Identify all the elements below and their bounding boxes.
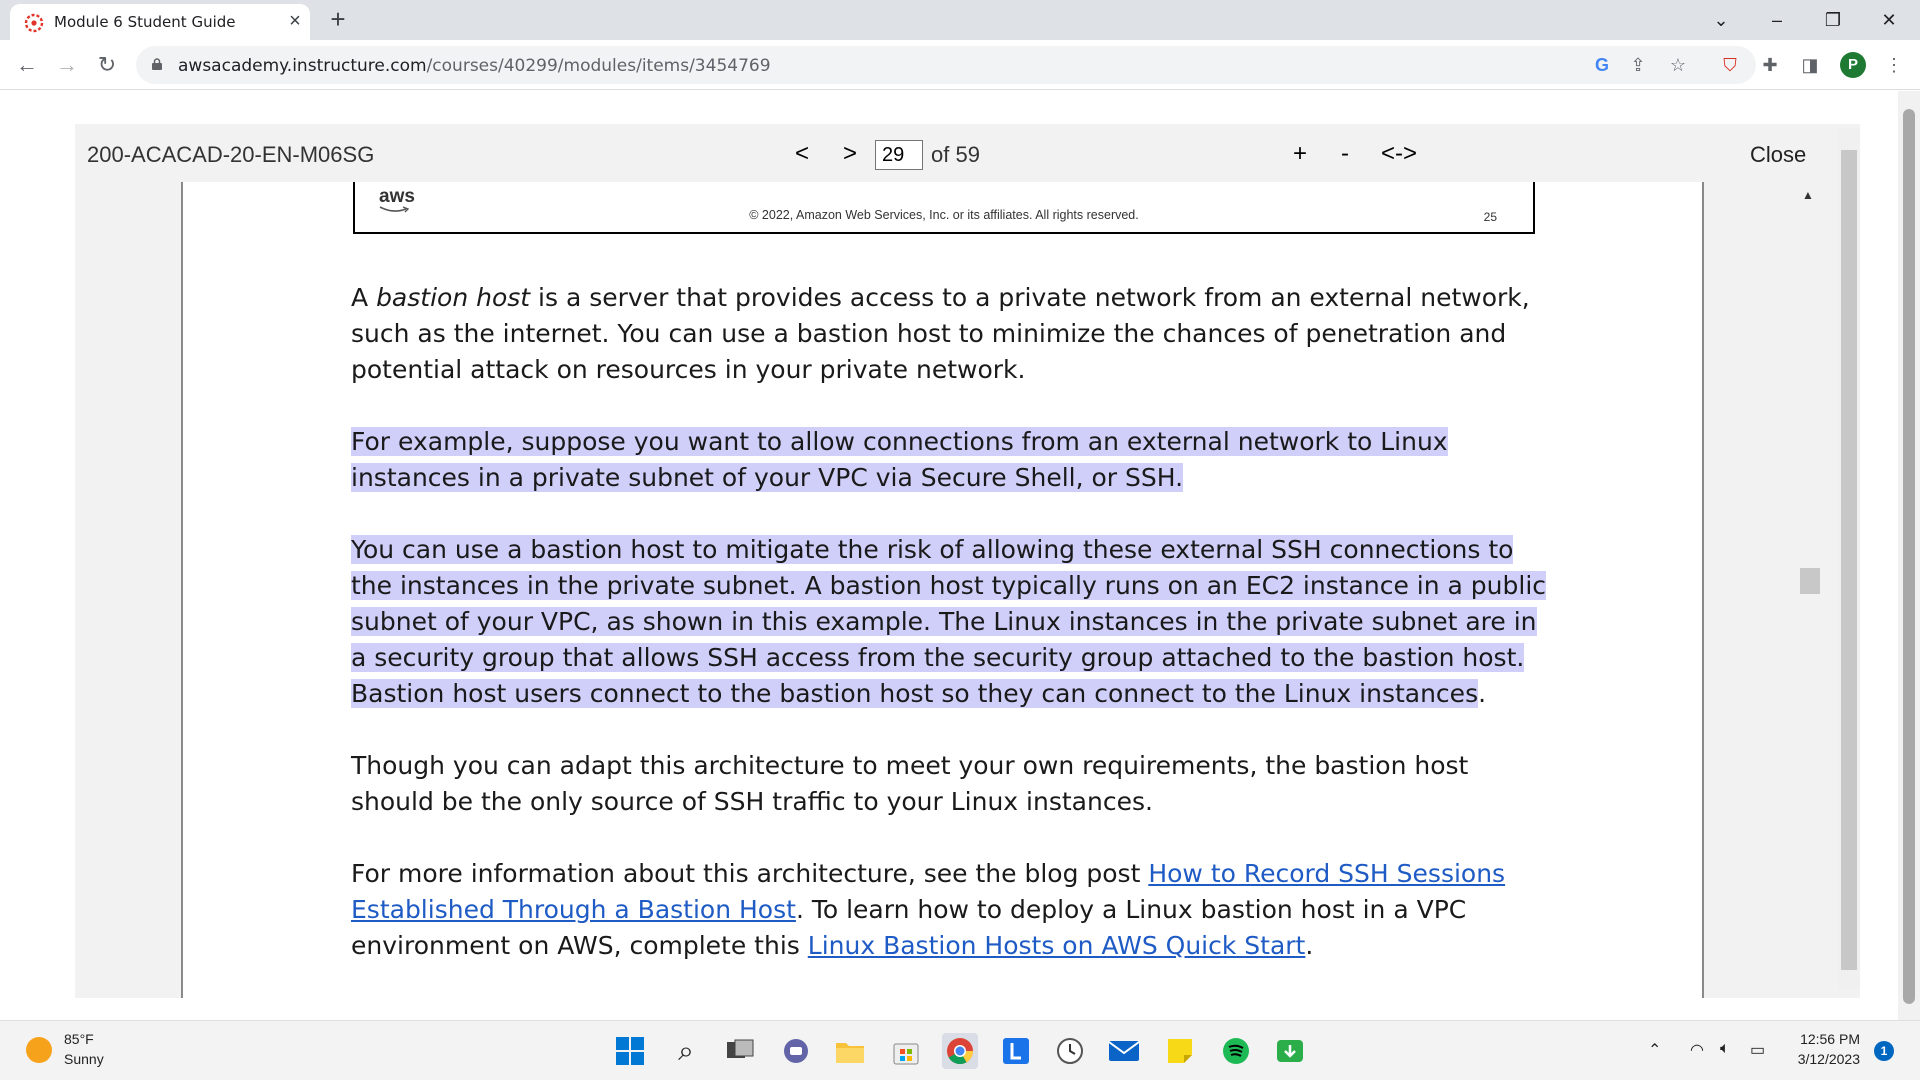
notes-paragraph: A bastion host is a server that provides… — [351, 280, 1551, 388]
browser-tab[interactable]: Module 6 Student Guide × — [10, 4, 310, 40]
tab-close-icon[interactable]: × — [284, 10, 306, 32]
file-explorer-icon[interactable] — [832, 1033, 868, 1069]
address-bar[interactable]: awsacademy.instructure.com/courses/40299… — [136, 46, 1756, 84]
back-icon[interactable]: ← — [12, 50, 42, 80]
highlighted-text: For example, suppose you want to allow c… — [351, 427, 1448, 492]
battery-icon[interactable]: ▭ — [1750, 1040, 1765, 1060]
canvas-logo-icon — [24, 13, 44, 33]
mail-icon[interactable] — [1106, 1033, 1142, 1069]
tab-title: Module 6 Student Guide — [54, 13, 236, 31]
google-translate-icon[interactable]: G — [1588, 50, 1616, 80]
extension-shield-icon[interactable]: ⛉ — [1716, 50, 1744, 80]
fit-width-button[interactable]: <-> — [1381, 140, 1417, 168]
show-hidden-icons-icon[interactable]: ⌃ — [1648, 1040, 1661, 1060]
notes-text: . — [1478, 679, 1487, 708]
task-view-icon[interactable] — [722, 1033, 758, 1069]
viewer-scroll-thumb[interactable] — [1841, 150, 1857, 970]
speaker-notes: A bastion host is a server that provides… — [351, 280, 1551, 1000]
url-host: awsacademy.instructure.com — [178, 56, 427, 76]
inner-scrollbar[interactable]: ▲ — [1790, 184, 1834, 996]
browser-menu-icon[interactable]: ⋮ — [1880, 50, 1908, 80]
spotify-icon[interactable] — [1218, 1033, 1254, 1069]
notes-paragraph: For example, suppose you want to allow c… — [351, 424, 1551, 496]
chrome-icon[interactable] — [942, 1033, 978, 1069]
minimize-icon[interactable]: – — [1762, 6, 1792, 34]
browser-toolbar: ← → ↻ awsacademy.instructure.com/courses… — [0, 40, 1920, 90]
bastion-host-term: bastion host — [376, 283, 531, 312]
notes-text: . — [1305, 931, 1314, 960]
weather-temperature[interactable]: 85°F — [64, 1031, 94, 1047]
notes-paragraph: You can use a bastion host to mitigate t… — [351, 532, 1551, 712]
restore-icon[interactable]: ❐ — [1818, 6, 1848, 34]
window-close-icon[interactable]: ✕ — [1874, 6, 1904, 34]
wifi-icon[interactable]: ◠ — [1690, 1040, 1704, 1060]
page-scrollbar[interactable] — [1898, 91, 1920, 1020]
new-tab-button[interactable]: + — [324, 6, 352, 34]
profile-avatar[interactable]: P — [1840, 52, 1866, 78]
tab-search-icon[interactable]: ⌄ — [1706, 6, 1736, 34]
store-icon[interactable] — [888, 1033, 924, 1069]
page-number-input[interactable] — [875, 140, 923, 170]
side-panel-icon[interactable]: ◨ — [1796, 50, 1824, 80]
scroll-up-arrow-icon[interactable]: ▲ — [1802, 188, 1814, 202]
start-icon[interactable] — [612, 1033, 648, 1069]
close-viewer-button[interactable]: Close — [1750, 142, 1806, 168]
notes-text: For more information about this architec… — [351, 859, 1149, 888]
chat-icon[interactable] — [778, 1033, 814, 1069]
aws-logo: aws — [379, 186, 415, 207]
extensions-puzzle-icon[interactable]: ✚ — [1756, 50, 1784, 80]
lock-icon — [152, 58, 162, 70]
clock-app-icon[interactable] — [1052, 1033, 1088, 1069]
zoom-out-button[interactable]: - — [1341, 140, 1349, 168]
tab-strip: Module 6 Student Guide × + ⌄ – ❐ ✕ — [0, 0, 1920, 40]
share-icon[interactable]: ⇪ — [1624, 50, 1652, 80]
notes-text: A — [351, 283, 377, 312]
notes-paragraph: Though you can adapt this architecture t… — [351, 748, 1551, 820]
slide-footer: aws © 2022, Amazon Web Services, Inc. or… — [353, 182, 1535, 234]
viewer-toolbar: 200-ACACAD-20-EN-M06SG < > of 59 + - <->… — [75, 124, 1860, 184]
weather-condition[interactable]: Sunny — [64, 1051, 104, 1067]
notification-badge[interactable]: 1 — [1874, 1041, 1894, 1061]
search-icon[interactable]: ⌕ — [668, 1033, 704, 1069]
inner-scroll-thumb[interactable] — [1800, 568, 1820, 594]
reload-icon[interactable]: ↻ — [92, 50, 122, 80]
highlighted-text: You can use a bastion host to mitigate t… — [351, 535, 1547, 708]
notes-paragraph: For more information about this architec… — [351, 856, 1551, 964]
slide-number: 25 — [1483, 210, 1497, 224]
url-text: awsacademy.instructure.com/courses/40299… — [178, 56, 771, 76]
zoom-in-button[interactable]: + — [1293, 140, 1307, 168]
url-path: /courses/40299/modules/items/3454769 — [426, 56, 771, 76]
lastpass-l-icon[interactable] — [998, 1033, 1034, 1069]
download-app-icon[interactable] — [1272, 1033, 1308, 1069]
volume-icon[interactable]: 🔈︎ — [1720, 1040, 1730, 1058]
notes-text: Though you can adapt this architecture t… — [351, 751, 1469, 816]
copyright-text: © 2022, Amazon Web Services, Inc. or its… — [749, 208, 1139, 222]
weather-sun-icon[interactable] — [26, 1037, 52, 1063]
clock-time[interactable]: 12:56 PM — [1780, 1031, 1860, 1047]
next-page-button[interactable]: > — [843, 140, 857, 168]
forward-icon[interactable]: → — [52, 50, 82, 80]
quick-start-link[interactable]: Linux Bastion Hosts on AWS Quick Start — [808, 931, 1306, 960]
clock-date[interactable]: 3/12/2023 — [1780, 1051, 1860, 1067]
previous-page-button[interactable]: < — [795, 140, 809, 168]
sticky-notes-icon[interactable] — [1162, 1033, 1198, 1069]
page-scroll-thumb[interactable] — [1903, 109, 1915, 1004]
page-total: of 59 — [931, 142, 980, 167]
document-id: 200-ACACAD-20-EN-M06SG — [87, 142, 375, 167]
viewer-scrollbar[interactable] — [1838, 128, 1860, 990]
windows-taskbar: 85°F Sunny ⌕ ⌃ ◠ 🔈︎ ▭ 12:56 PM 3/12/2023… — [0, 1020, 1920, 1080]
bookmark-star-icon[interactable]: ☆ — [1664, 50, 1692, 80]
